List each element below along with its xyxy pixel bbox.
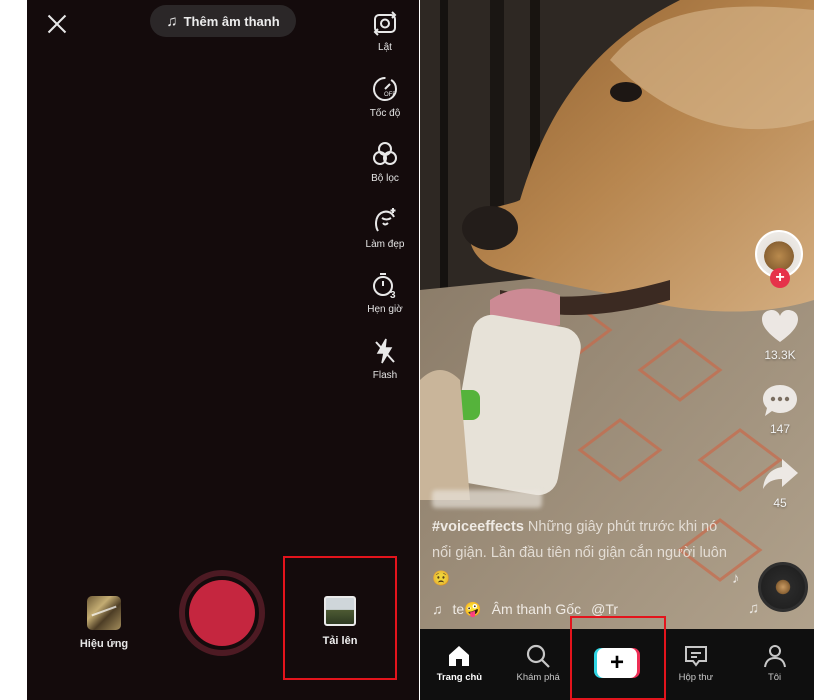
sound-disc[interactable] <box>758 562 808 612</box>
beautify-icon <box>375 207 396 232</box>
upload-button[interactable]: Tải lên <box>285 596 395 647</box>
tool-label: Làm đẹp <box>365 238 405 250</box>
tool-timer[interactable]: 3 Hẹn giờ <box>357 270 413 336</box>
camera-screen: ♫ Thêm âm thanh Lật OFF Tốc độ Bộ lọc Là… <box>27 0 419 700</box>
nav-home[interactable]: Trang chủ <box>423 643 495 683</box>
home-icon <box>449 645 470 666</box>
timer-icon: 3 <box>373 273 396 300</box>
nav-label: Trang chủ <box>436 671 483 683</box>
svg-text:3: 3 <box>390 290 396 300</box>
heart-icon <box>762 310 798 342</box>
effects-thumbnail <box>87 596 121 630</box>
tool-flash[interactable]: Flash <box>357 336 413 402</box>
sound-name: Âm thanh Gốc <box>491 601 582 617</box>
video-caption: #voiceeffects Những giây phút trước khi … <box>432 484 732 622</box>
follow-plus-icon[interactable]: + <box>770 268 790 288</box>
creator-avatar[interactable]: + <box>755 230 805 288</box>
close-icon[interactable] <box>43 10 71 38</box>
floating-note-icon: ♪ <box>732 570 740 587</box>
record-circle <box>189 580 255 646</box>
tool-label: Hẹn giờ <box>367 304 403 315</box>
nav-inbox[interactable]: Hộp thư <box>660 643 732 683</box>
comment-count: 147 <box>769 422 791 436</box>
like-count: 13.3K <box>764 348 796 362</box>
effects-label: Hiệu ứng <box>79 638 129 650</box>
feed-screen: + 13.3K 147 45 ♪ ♫ #voiceeffects Những g… <box>420 0 814 700</box>
tool-label: Tốc độ <box>369 107 401 119</box>
add-sound-button[interactable]: ♫ Thêm âm thanh <box>150 5 296 37</box>
username-blurred[interactable] <box>432 490 542 508</box>
comment-icon <box>763 385 797 416</box>
share-count: 45 <box>773 496 787 510</box>
sound-prefix: te🤪 <box>452 601 482 617</box>
tool-label: Flash <box>372 369 398 381</box>
share-arrow-icon <box>763 459 798 489</box>
hashtag-link[interactable]: #voiceeffects <box>432 519 524 535</box>
floating-note-icon: ♫ <box>748 600 760 617</box>
record-button[interactable] <box>179 570 265 656</box>
nav-discover[interactable]: Khám phá <box>502 643 574 683</box>
inbox-icon <box>684 645 707 667</box>
flash-off-icon <box>375 338 395 363</box>
filters-icon <box>373 142 397 165</box>
speed-icon: OFF <box>373 76 397 101</box>
create-highlight-box <box>570 616 666 700</box>
tool-flip[interactable]: Lật <box>357 8 413 74</box>
tool-speed[interactable]: OFF Tốc độ <box>357 74 413 140</box>
profile-icon <box>763 644 786 667</box>
nav-label: Tôi <box>767 671 782 683</box>
effects-button[interactable]: Hiệu ứng <box>77 596 131 650</box>
like-button[interactable]: 13.3K <box>760 308 800 362</box>
camera-toolbar: Lật OFF Tốc độ Bộ lọc Làm đẹp 3 Hẹn giờ … <box>357 8 413 401</box>
nav-label: Hộp thư <box>678 671 713 683</box>
nav-label: Khám phá <box>516 671 560 683</box>
nav-profile[interactable]: Tôi <box>739 643 811 683</box>
share-button[interactable]: 45 <box>760 456 800 510</box>
tool-label: Bộ lọc <box>371 173 399 184</box>
action-rail: + 13.3K 147 45 <box>754 230 806 510</box>
upload-label: Tải lên <box>322 635 358 647</box>
gallery-icon <box>324 596 356 626</box>
upload-highlight-box: Tải lên <box>283 556 397 680</box>
tool-label: Lật <box>378 42 392 53</box>
flip-camera-icon <box>373 11 397 36</box>
search-icon <box>527 644 550 668</box>
svg-text:OFF: OFF <box>384 92 396 98</box>
tool-beautify[interactable]: Làm đẹp <box>357 205 413 271</box>
comment-button[interactable]: 147 <box>760 382 800 436</box>
add-sound-label: Thêm âm thanh <box>183 13 280 29</box>
music-note-icon: ♫ <box>166 12 178 30</box>
tool-filters[interactable]: Bộ lọc <box>357 139 413 205</box>
music-note-icon: ♫ <box>432 601 443 617</box>
